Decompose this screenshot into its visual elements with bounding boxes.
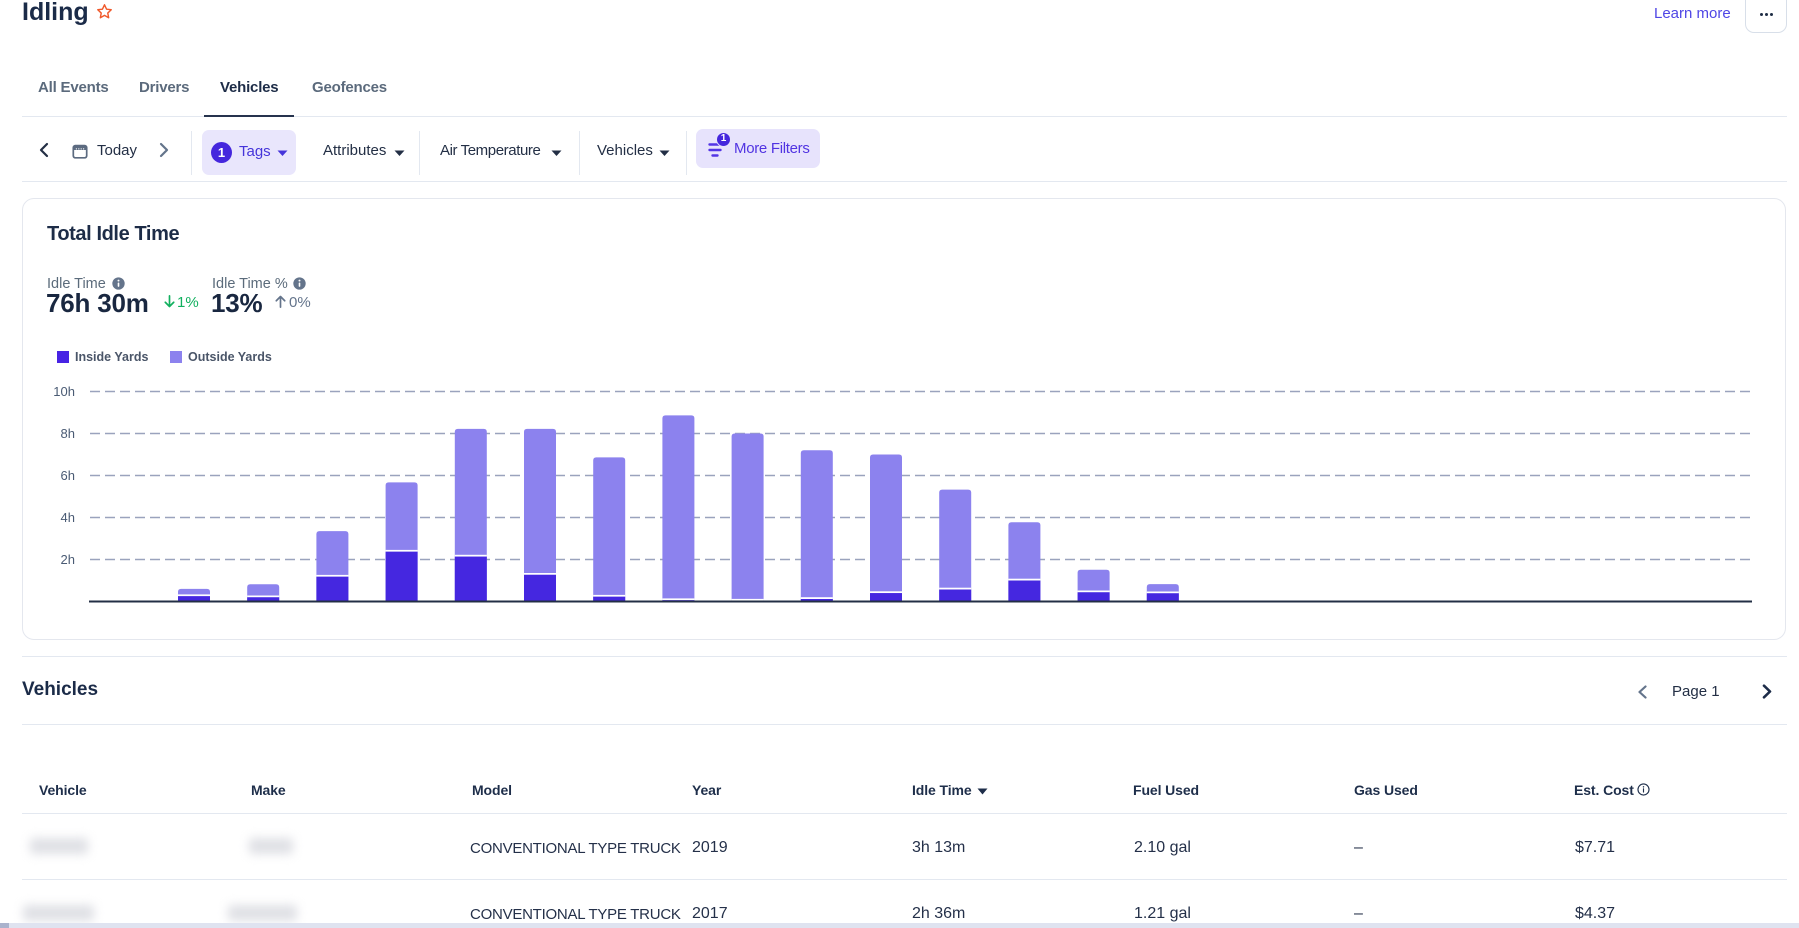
svg-text:6h: 6h [61, 468, 75, 483]
svg-text:4h: 4h [61, 510, 75, 525]
svg-text:10h: 10h [53, 384, 75, 399]
svg-text:2h: 2h [61, 552, 75, 567]
svg-text:8h: 8h [61, 426, 75, 441]
